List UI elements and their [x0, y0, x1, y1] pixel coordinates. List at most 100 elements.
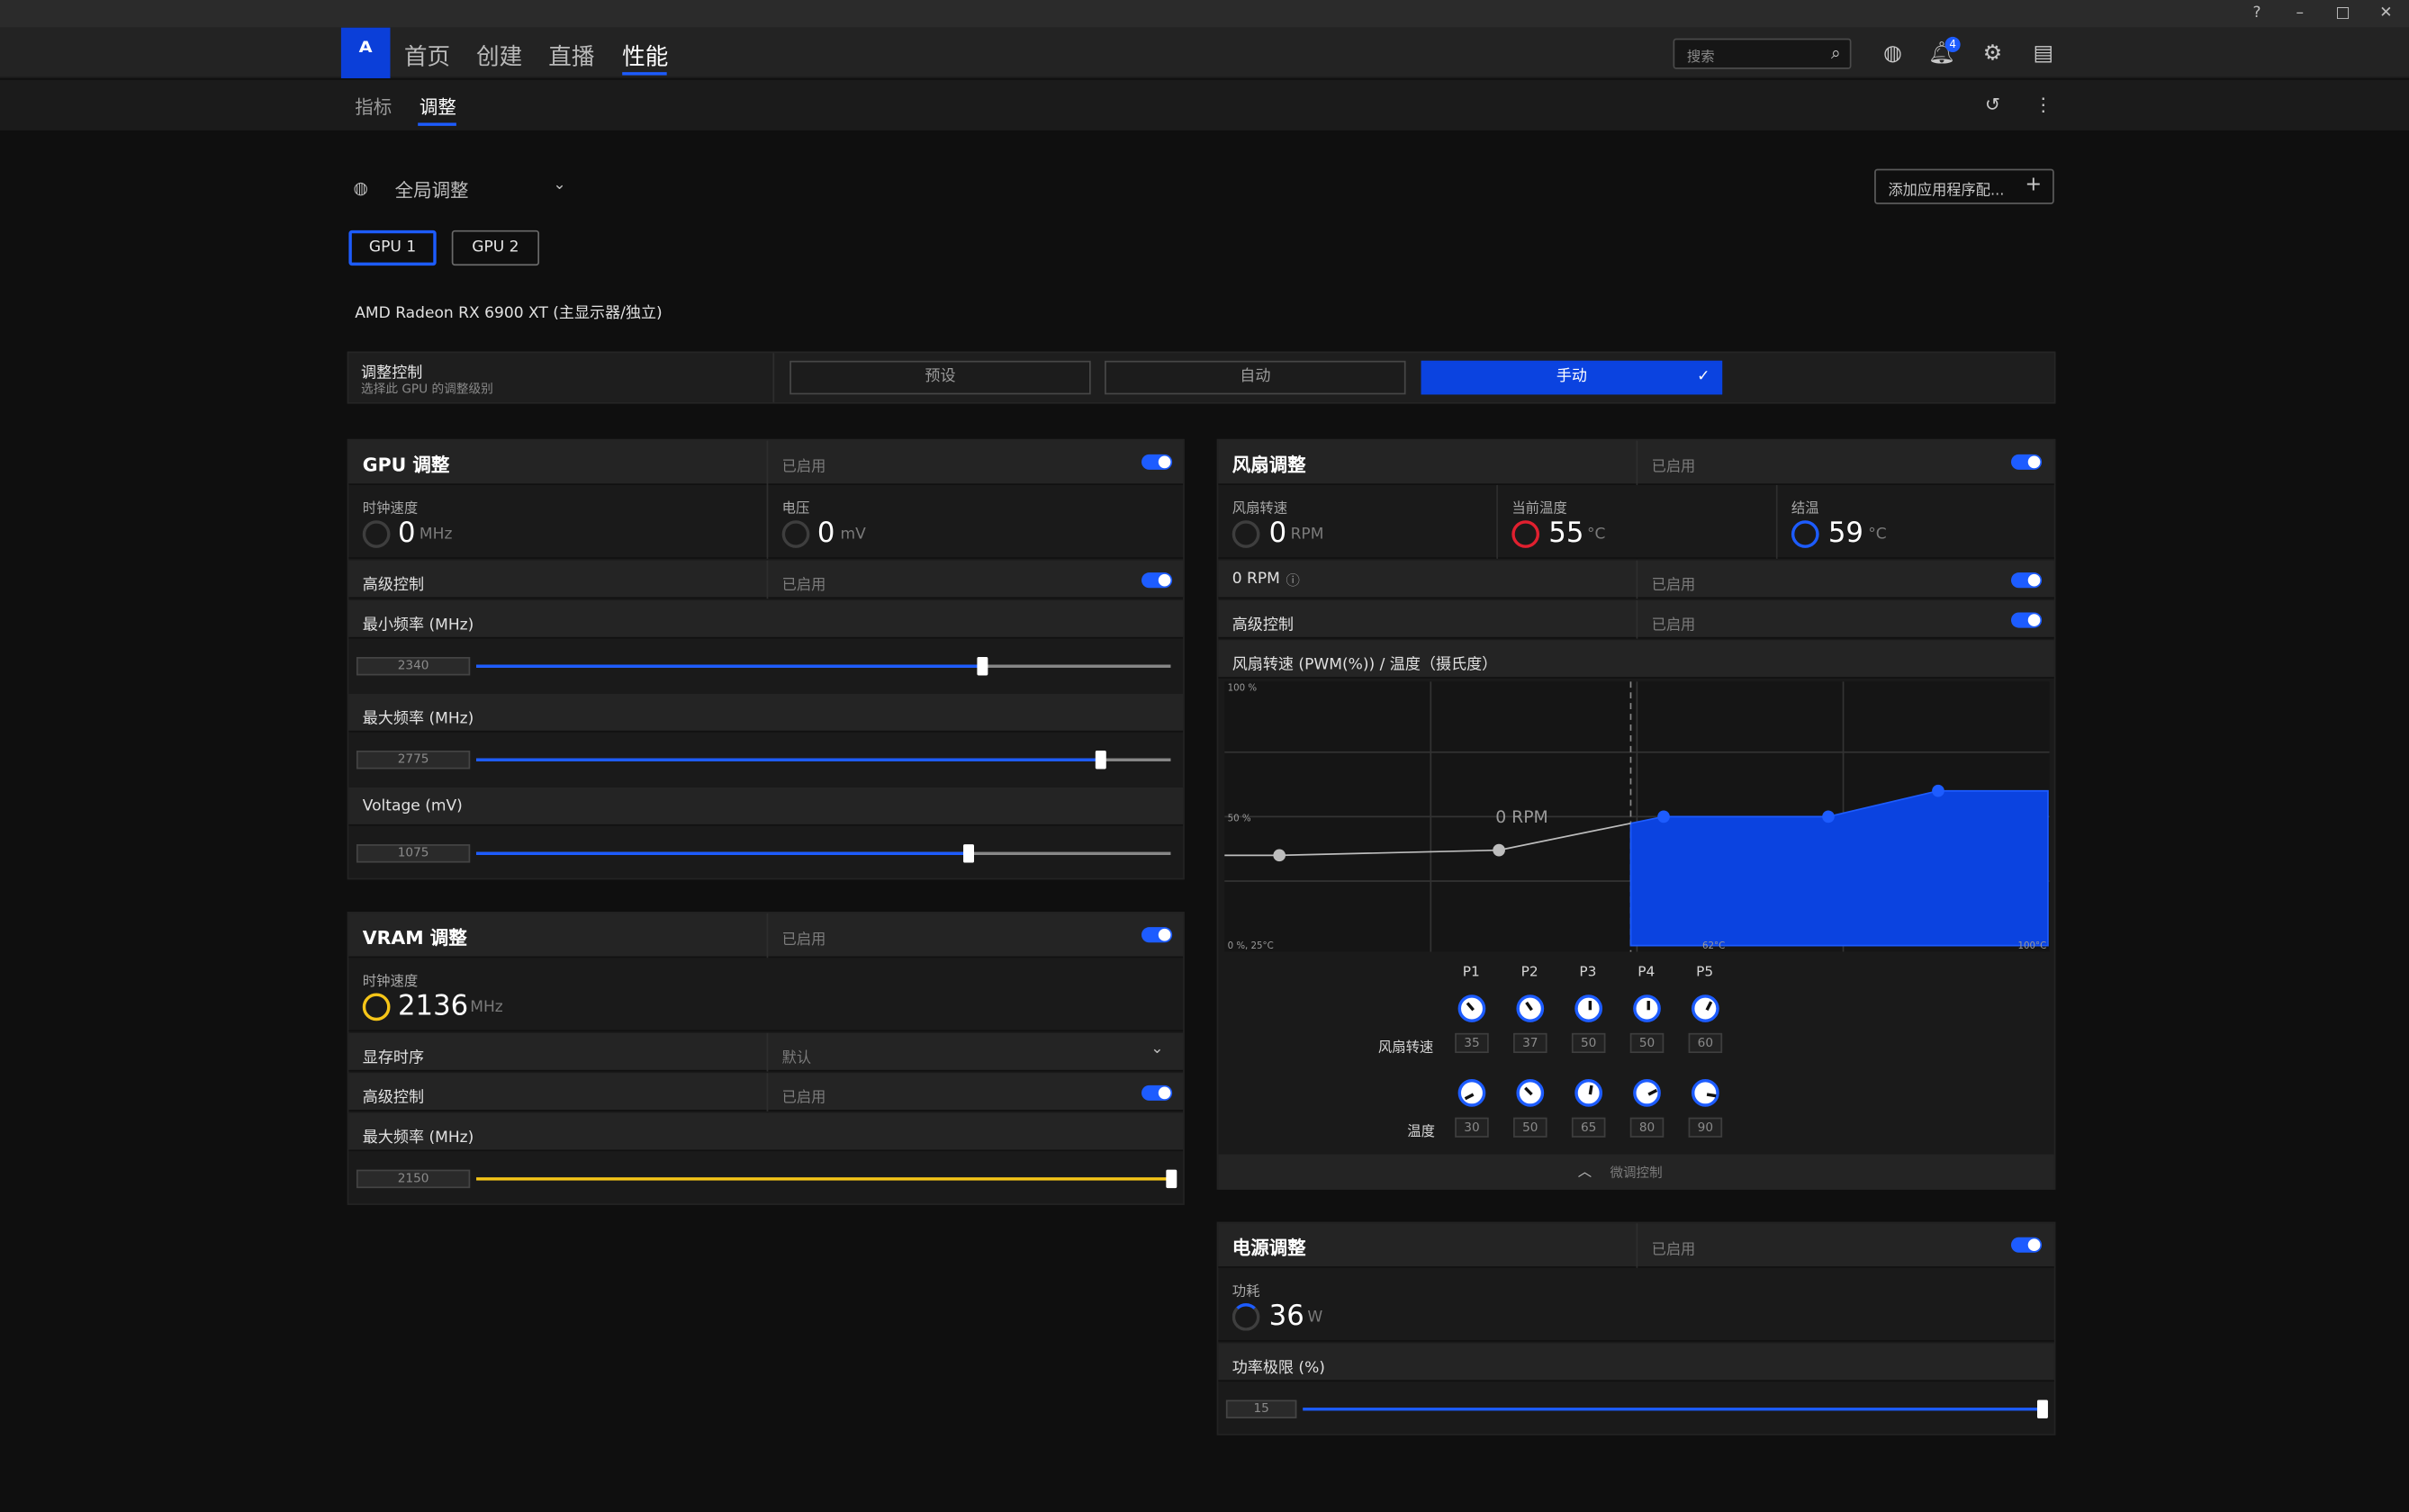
fan-speed-value-P2[interactable]: 37 — [1513, 1032, 1547, 1054]
min-freq-slider-track[interactable] — [476, 656, 1171, 676]
temp-value-P1[interactable]: 30 — [1455, 1117, 1489, 1138]
close-icon[interactable]: ✕ — [2374, 3, 2398, 24]
power-tuning-toggle[interactable] — [2010, 1237, 2043, 1253]
vram-max-freq-slider-thumb[interactable] — [1165, 1169, 1177, 1189]
power-enabled-label: 已启用 — [1651, 1241, 1696, 1259]
divider — [1775, 484, 1778, 559]
vram-adv-toggle[interactable] — [1141, 1084, 1173, 1101]
clock-unit: MHz — [419, 526, 453, 544]
curve-point-P2[interactable] — [1493, 843, 1505, 857]
chevron-up-icon[interactable]: ︿ — [1578, 1160, 1592, 1181]
fan-speed-knob-P5[interactable] — [1691, 994, 1719, 1022]
vram-max-freq-input[interactable]: 2150 — [356, 1169, 471, 1189]
minimize-icon[interactable]: – — [2287, 3, 2312, 24]
power-limit-slider-track[interactable] — [1303, 1400, 2048, 1418]
nav-stream[interactable]: 直播 — [548, 40, 594, 72]
voltage-slider-thumb[interactable] — [963, 844, 975, 863]
fan-speed-row-label: 风扇转速 — [1377, 1040, 1434, 1057]
zero-rpm-toggle[interactable] — [2010, 572, 2043, 589]
fan-speed-knob-P2[interactable] — [1516, 994, 1545, 1022]
auto-button[interactable]: 自动 — [1105, 360, 1406, 395]
reset-icon[interactable]: ↺ — [1979, 91, 2007, 119]
power-limit-slider-thumb[interactable] — [2036, 1400, 2048, 1418]
voltage-slider-fill — [476, 851, 970, 856]
voltage-unit: mV — [840, 526, 866, 544]
fine-tune-toggle[interactable]: 微调控制 — [1611, 1164, 1663, 1182]
gpu2-button[interactable]: GPU 2 — [451, 230, 540, 266]
temp-knob-P3[interactable] — [1574, 1079, 1603, 1107]
vram-adv-enabled: 已启用 — [781, 1089, 826, 1107]
curve-point-P4[interactable] — [1822, 810, 1835, 824]
temp-value-P4[interactable]: 80 — [1629, 1117, 1665, 1138]
fan-panel-title: 风扇调整 — [1232, 454, 1306, 476]
fan-speed-value: 0 — [1268, 517, 1287, 550]
point-label-P1: P1 — [1462, 965, 1480, 981]
tab-metrics[interactable]: 指标 — [355, 94, 392, 120]
gpu1-button[interactable]: GPU 1 — [348, 230, 437, 266]
amd-logo-icon[interactable]: ᴬ — [340, 27, 391, 78]
temp-row-label: 温度 — [1407, 1125, 1436, 1141]
curve-point-P3[interactable] — [1657, 810, 1670, 824]
curve-point-P5[interactable] — [1932, 784, 1944, 797]
tab-tuning[interactable]: 调整 — [420, 94, 456, 120]
gpu-adv-label: 高级控制 — [362, 577, 425, 595]
manual-button[interactable]: 手动 ✓ — [1421, 360, 1723, 395]
fan-curve-chart[interactable]: 100 % 50 % 0 %, 25°C 62°C 100°C 0 RPM — [1224, 681, 2050, 952]
fan-speed-value-P5[interactable]: 60 — [1688, 1032, 1723, 1054]
add-app-profile-button[interactable]: 添加应用程序配... + — [1874, 168, 2054, 204]
temp-knob-P2[interactable] — [1516, 1079, 1545, 1107]
fan-speed-value-P1[interactable]: 35 — [1455, 1032, 1489, 1054]
globe-icon[interactable]: ◍ — [1879, 40, 1907, 68]
voltage-slider-track[interactable] — [476, 844, 1171, 863]
chevron-down-icon[interactable]: ⌄ — [553, 176, 565, 194]
fan-adv-toggle[interactable] — [2010, 612, 2043, 628]
info-icon[interactable]: ⓘ — [1286, 570, 1299, 590]
nav-create[interactable]: 创建 — [476, 40, 522, 72]
gpu-adv-toggle[interactable] — [1141, 572, 1173, 589]
check-icon: ✓ — [1697, 368, 1710, 386]
temp-knob-P1[interactable] — [1457, 1079, 1486, 1107]
fan-speed-knob-P1[interactable] — [1457, 994, 1486, 1022]
nav-performance[interactable]: 性能 — [622, 40, 668, 72]
temp-value-P5[interactable]: 90 — [1688, 1117, 1723, 1138]
vram-max-freq-slider-track[interactable] — [476, 1169, 1177, 1189]
temp-value-P3[interactable]: 65 — [1571, 1117, 1606, 1138]
curve-point-P1[interactable] — [1273, 849, 1286, 862]
memory-timing-dropdown[interactable]: 默认 — [782, 1046, 811, 1067]
min-freq-input[interactable]: 2340 — [356, 656, 471, 676]
vram-max-freq-slider-fill — [476, 1177, 1171, 1181]
profile-dropdown[interactable]: 全局调整 — [395, 176, 469, 202]
max-freq-slider-track[interactable] — [476, 751, 1171, 770]
gpu-tuning-toggle[interactable] — [1141, 454, 1173, 470]
fan-speed-value-P3[interactable]: 50 — [1571, 1032, 1606, 1054]
max-freq-input[interactable]: 2775 — [356, 751, 471, 770]
min-freq-slider-thumb[interactable] — [978, 656, 989, 676]
fan-speed-knob-P3[interactable] — [1574, 994, 1603, 1022]
panel-toggle-icon[interactable]: ▤ — [2029, 40, 2057, 68]
max-freq-slider-thumb[interactable] — [1096, 751, 1107, 770]
temp-knob-P5[interactable] — [1691, 1079, 1719, 1107]
clock-value: 0 — [398, 517, 416, 550]
fan-tuning-toggle[interactable] — [2010, 454, 2043, 470]
nav-home[interactable]: 首页 — [404, 40, 450, 72]
temp-value-P2[interactable]: 50 — [1513, 1117, 1547, 1138]
help-icon[interactable]: ? — [2244, 3, 2269, 24]
vram-tuning-toggle[interactable] — [1141, 927, 1173, 943]
fan-speed-knob-P4[interactable] — [1633, 994, 1661, 1022]
search-icon[interactable]: ⌕ — [1831, 43, 1841, 65]
x-label-mid: 62°C — [1702, 941, 1725, 951]
search-input[interactable]: 搜索 ⌕ — [1673, 38, 1852, 69]
fan-speed-gauge-icon — [1232, 520, 1260, 548]
chevron-down-icon[interactable]: ⌄ — [1150, 1040, 1163, 1058]
gear-icon[interactable]: ⚙ — [1979, 40, 2007, 68]
gpu-panel-title: GPU 调整 — [362, 454, 450, 476]
power-limit-input[interactable]: 15 — [1225, 1400, 1297, 1418]
fan-speed-value-P4[interactable]: 50 — [1629, 1032, 1665, 1054]
more-icon[interactable]: ⋮ — [2029, 91, 2057, 119]
temp-knob-P4[interactable] — [1633, 1079, 1661, 1107]
voltage-input[interactable]: 1075 — [356, 844, 471, 863]
preset-button[interactable]: 预设 — [789, 360, 1091, 395]
max-freq-label: 最大频率 (MHz) — [362, 710, 474, 728]
maximize-icon[interactable]: □ — [2331, 3, 2355, 24]
divider — [1636, 440, 1638, 485]
